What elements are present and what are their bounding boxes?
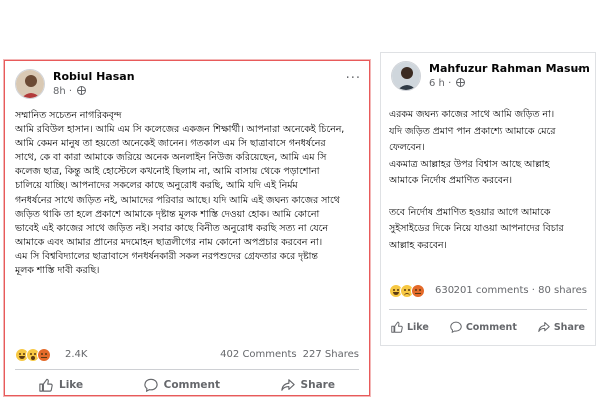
post-line: চালিয়ে যাচ্ছি। আপনাদের সকলের কাছে অনুরো… [15, 180, 298, 192]
share-label: Share [300, 379, 335, 391]
comment-label: Comment [465, 321, 517, 333]
reactions-bar: 2.4K 402 Comments 227 Shares [15, 347, 359, 365]
avatar[interactable] [15, 69, 45, 99]
author-name[interactable]: Robiul Hasan [53, 70, 135, 83]
post-text: এরকম জঘন্য কাজের সাথে আমি জড়িত না। যদি … [389, 107, 593, 254]
post-meta: 6 h · [429, 78, 466, 89]
reactions-count[interactable]: 2.4K [65, 349, 87, 360]
action-bar: Like Comment Share [15, 373, 359, 395]
post-line: গনধর্ষনের সাথে জড়িত নই, আমাদের পরিবার আ… [15, 194, 340, 206]
like-button[interactable]: Like [391, 321, 429, 333]
post-line: কলেজ ছাত্র, কিন্তু আই হোস্টেলে কখনোই ছিল… [15, 166, 320, 178]
globe-icon [456, 78, 466, 87]
post-line: ভাবেই এই কাজের সাথে জড়িত নই। সবার কাছে … [15, 222, 329, 234]
post-line: আমি রবিউল হাসান। আমি এম সি কলেজের একজন শ… [15, 124, 345, 136]
shares-count[interactable]: 80 shares [538, 285, 587, 296]
comment-button[interactable]: Comment [143, 378, 221, 392]
like-button[interactable]: Like [39, 378, 83, 392]
post-card-robiul: Robiul Hasan 8h · ··· সম্মানিত সচেতন নাগ… [4, 60, 370, 396]
post-meta: 8h · [53, 86, 87, 97]
comments-count[interactable]: 201 comments [454, 285, 529, 296]
comments-shares: 402 Comments 227 Shares [214, 349, 359, 360]
post-line: এরকম জঘন্য কাজের সাথে আমি জড়িত না। [389, 109, 555, 120]
person-avatar-icon [392, 62, 420, 90]
post-line: আমাকে এবং আমার প্রানের মদমোহন ছাত্রলীগের… [15, 236, 323, 248]
share-label: Share [553, 321, 585, 333]
post-line: তবে নির্দোষ প্রমাণিত হওয়ার আগে আমাকে [389, 206, 551, 218]
post-line: সাথে, কে বা কারা আমাকে জরিয়ে অনেক অনলাই… [15, 152, 327, 164]
post-line: ফেলবেন। [389, 142, 425, 153]
like-label: Like [59, 379, 84, 391]
post-line: আমাকে নির্দোষ প্রমাণিত করবেন। [389, 175, 512, 186]
post-line: সম্মানিত সচেতন নাগরিকবৃন্দ [15, 110, 122, 121]
angry-reaction-icon [37, 348, 51, 362]
shares-count[interactable]: 227 Shares [303, 349, 359, 360]
post-line: যদি জড়িত প্রমাণ পান প্রকাশ্যে আমাকে মের… [389, 125, 556, 137]
reaction-icons[interactable] [15, 348, 51, 364]
comments-shares: 201 comments · 80 shares [453, 285, 587, 296]
comments-count[interactable]: 402 Comments [220, 349, 296, 360]
post-line: একমাত্র আল্লাহর উপর বিশ্বাস আছে আল্লাহ [389, 158, 550, 170]
post-text: সম্মানিত সচেতন নাগরিকবৃন্দ আমি রবিউল হাস… [15, 109, 367, 278]
more-options-icon[interactable]: ··· [346, 71, 361, 86]
author-name[interactable]: Mahfuzur Rahman Masum [429, 62, 590, 75]
post-card-masum: Mahfuzur Rahman Masum 6 h · ··· এরকম জঘন… [380, 52, 596, 346]
post-line: আমি কেমন মানুষ তা হয়তো অনেকেই জানেন। গত… [15, 138, 326, 150]
globe-icon [77, 86, 87, 95]
post-time[interactable]: 8h [53, 86, 66, 97]
speech-bubble-icon [143, 378, 158, 392]
speech-bubble-icon [450, 321, 462, 333]
share-arrow-icon [538, 322, 550, 332]
post-line: এম সি বিশ্ববিদ্যালের ছাত্রাবাসে গনধর্ষনক… [15, 250, 318, 262]
thumbs-up-icon [391, 321, 403, 333]
divider [389, 309, 587, 310]
share-arrow-icon [280, 379, 295, 391]
post-header: Mahfuzur Rahman Masum 6 h · ··· [391, 61, 590, 95]
comment-button[interactable]: Comment [450, 321, 517, 333]
share-button[interactable]: Share [280, 378, 335, 392]
post-time[interactable]: 6 h [429, 78, 445, 89]
more-options-icon[interactable]: ··· [572, 63, 587, 78]
post-line: মূলক শাস্তি দাবী করছি। [15, 265, 100, 277]
thumbs-up-icon [39, 378, 53, 392]
post-line: সুইসাইডের দিকে নিয়ে যাওয়া আপনাদের বিচা… [389, 223, 564, 234]
post-line: জড়িত থাকি তা হলে প্রকাশে আমাকে দৃষ্টান্… [15, 208, 320, 220]
share-button[interactable]: Share [538, 321, 585, 333]
angry-reaction-icon [411, 284, 425, 298]
comment-label: Comment [163, 379, 221, 391]
reaction-icons[interactable] [389, 284, 425, 300]
person-avatar-icon [16, 70, 44, 98]
post-header: Robiul Hasan 8h · ··· [15, 69, 361, 103]
reactions-bar: 630 201 comments · 80 shares [389, 283, 587, 301]
avatar[interactable] [391, 61, 421, 91]
divider [15, 369, 359, 370]
action-bar: Like Comment Share [389, 315, 587, 339]
post-line: আল্লাহ করবেন। [389, 239, 447, 251]
like-label: Like [407, 321, 429, 333]
